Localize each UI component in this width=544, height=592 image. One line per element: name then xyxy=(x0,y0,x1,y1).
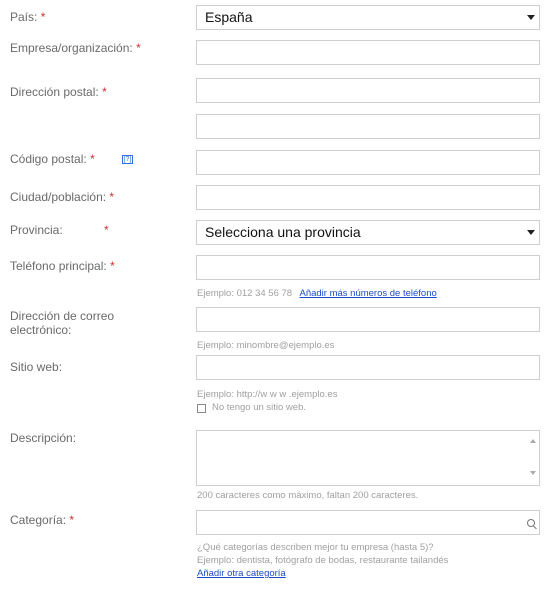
category-hint-2: Ejemplo: dentista, fotógrafo de bodas, r… xyxy=(197,555,449,566)
province-select[interactable]: Selecciona una provincia xyxy=(196,220,540,245)
phone-input[interactable] xyxy=(196,255,540,280)
province-label: Provincia: * xyxy=(10,223,109,237)
chevron-down-icon xyxy=(527,15,535,20)
chevron-down-icon xyxy=(527,230,535,235)
country-label: País: * xyxy=(10,10,46,24)
scroll-up-icon[interactable] xyxy=(530,439,536,443)
required-mark: * xyxy=(102,85,107,99)
category-label: Categoría: * xyxy=(10,513,75,527)
city-input[interactable] xyxy=(196,185,540,210)
email-hint: Ejemplo: minombre@ejemplo.es xyxy=(197,340,335,351)
website-hint: Ejemplo: http://w w w .ejemplo.es xyxy=(197,389,338,400)
website-input[interactable] xyxy=(196,355,540,380)
required-mark: * xyxy=(109,190,115,204)
scroll-down-icon[interactable] xyxy=(530,471,536,475)
address-line1-input[interactable] xyxy=(196,78,540,103)
add-category-link[interactable]: Añadir otra categoría xyxy=(197,568,286,580)
website-label: Sitio web: xyxy=(10,360,63,374)
email-label: Dirección de correo electrónico: xyxy=(10,309,115,337)
add-phone-link[interactable]: Añadir más números de teléfono xyxy=(299,288,436,299)
no-website-checkbox[interactable] xyxy=(197,404,206,413)
postal-code-label: Código postal: * xyxy=(10,152,95,166)
postal-code-input[interactable] xyxy=(196,150,540,175)
phone-label: Teléfono principal: * xyxy=(10,259,115,273)
search-icon xyxy=(527,519,535,527)
required-mark: * xyxy=(69,513,75,527)
company-label: Empresa/organización: * xyxy=(10,41,141,55)
email-input[interactable] xyxy=(196,307,540,332)
phone-hint: Ejemplo: 012 34 56 78 Añadir más números… xyxy=(197,288,437,299)
required-mark: * xyxy=(110,259,115,273)
company-input[interactable] xyxy=(196,40,540,65)
category-hint-1: ¿Qué categorías describen mejor tu empre… xyxy=(197,542,434,553)
province-selected-value: Selecciona una provincia xyxy=(205,224,361,240)
country-select[interactable]: España xyxy=(196,5,540,30)
no-website-label: No tengo un sitio web. xyxy=(212,402,307,413)
required-mark: * xyxy=(104,223,109,237)
description-label: Descripción: xyxy=(10,431,77,445)
description-textarea[interactable] xyxy=(196,430,540,486)
required-mark: * xyxy=(136,41,141,55)
address-line2-input[interactable] xyxy=(196,114,540,139)
category-input[interactable] xyxy=(196,510,540,535)
country-selected-value: España xyxy=(205,9,253,25)
help-icon[interactable]: [?] xyxy=(122,155,133,164)
required-mark: * xyxy=(40,10,46,24)
city-label: Ciudad/población: * xyxy=(10,190,115,204)
required-mark: * xyxy=(90,152,95,166)
address-label: Dirección postal: * xyxy=(10,85,107,99)
description-hint: 200 caracteres como máximo, faltan 200 c… xyxy=(197,490,419,501)
